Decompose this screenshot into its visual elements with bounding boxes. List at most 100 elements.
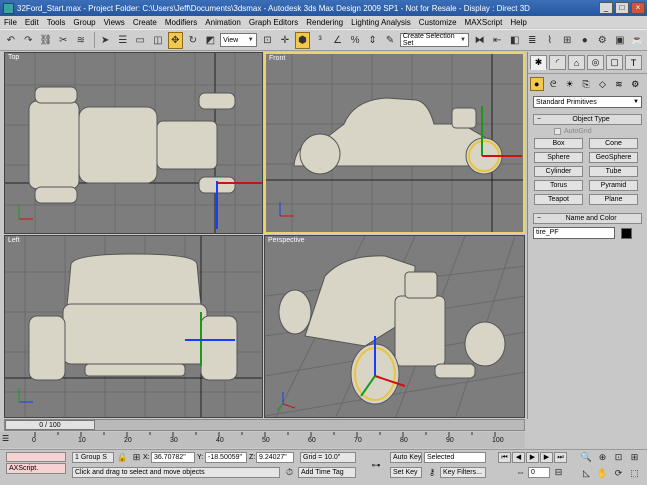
play-icon[interactable]: ▶ <box>526 452 539 463</box>
menu-edit[interactable]: Edit <box>25 18 39 27</box>
key-icon[interactable]: ⊶ <box>366 459 386 471</box>
primitive-type-dropdown[interactable]: Standard Primitives ▼ <box>533 96 642 108</box>
pan-view-icon[interactable]: ✋ <box>596 467 609 479</box>
menu-rendering[interactable]: Rendering <box>306 18 343 27</box>
hierarchy-tab-icon[interactable]: ⌂ <box>568 55 585 70</box>
menu-customize[interactable]: Customize <box>419 18 457 27</box>
select-by-name-icon[interactable]: ☰ <box>115 32 131 49</box>
go-to-end-icon[interactable]: ⏭ <box>554 452 567 463</box>
maxscript-listener-top[interactable] <box>6 452 66 462</box>
helpers-icon[interactable]: ◇ <box>596 77 609 91</box>
snaps-toggle-icon[interactable]: ³ <box>312 32 328 49</box>
render-setup-icon[interactable]: ⚙ <box>595 32 611 49</box>
viewport-front[interactable]: Front <box>264 52 525 234</box>
mini-curve-editor-icon[interactable]: ☰ <box>2 434 24 446</box>
shapes-icon[interactable]: ᘓ <box>547 77 560 91</box>
menu-graph-editors[interactable]: Graph Editors <box>249 18 298 27</box>
named-selection-set-dropdown[interactable]: Create Selection Set ▼ <box>399 33 469 47</box>
box-button[interactable]: Box <box>534 138 583 149</box>
x-coordinate-field[interactable]: 36.70782" <box>151 452 195 463</box>
viewport-left[interactable]: Left <box>4 235 263 418</box>
undo-icon[interactable]: ↶ <box>3 32 19 49</box>
set-key-button[interactable]: Set Key <box>390 467 422 478</box>
viewport-label-left[interactable]: Left <box>8 237 20 244</box>
select-link-icon[interactable]: ⛓ <box>38 32 54 49</box>
keyboard-shortcut-toggle-icon[interactable]: ⬢ <box>294 31 311 49</box>
angle-snap-icon[interactable]: ∠ <box>330 32 346 49</box>
select-manipulate-icon[interactable]: ✛ <box>277 32 293 49</box>
select-object-icon[interactable]: ➤ <box>97 32 113 49</box>
menu-create[interactable]: Create <box>133 18 157 27</box>
minimize-button[interactable]: _ <box>599 2 613 14</box>
menu-lighting-analysis[interactable]: Lighting Analysis <box>351 18 411 27</box>
percent-snap-icon[interactable]: % <box>347 32 363 49</box>
graphite-ribbon-icon[interactable]: ≣ <box>524 32 540 49</box>
cylinder-button[interactable]: Cylinder <box>534 166 583 177</box>
lock-selection-icon[interactable]: 🔒 <box>116 451 129 463</box>
viewport-perspective[interactable]: Perspective <box>264 235 525 418</box>
material-editor-icon[interactable]: ● <box>577 32 593 49</box>
time-slider-thumb[interactable]: 0 / 100 <box>5 420 95 430</box>
window-crossing-icon[interactable]: ◫ <box>150 32 166 49</box>
auto-key-button[interactable]: Auto Key <box>390 452 422 463</box>
utilities-tab-icon[interactable]: T <box>625 55 642 70</box>
lights-icon[interactable]: ☀ <box>563 77 576 91</box>
y-coordinate-field[interactable]: -18.50059" <box>205 452 247 463</box>
next-frame-icon[interactable]: ▶ <box>540 452 553 463</box>
object-type-rollout[interactable]: − Object Type <box>533 114 642 125</box>
zoom-icon[interactable]: 🔍 <box>580 451 593 463</box>
maxscript-mini-listener[interactable]: AXScript. <box>6 463 66 474</box>
menu-maxscript[interactable]: MAXScript <box>465 18 503 27</box>
add-time-tag-button[interactable]: Add Time Tag <box>298 467 356 478</box>
teapot-button[interactable]: Teapot <box>534 194 583 205</box>
pyramid-button[interactable]: Pyramid <box>589 180 638 191</box>
zoom-extents-icon[interactable]: ⊡ <box>612 451 625 463</box>
sphere-button[interactable]: Sphere <box>534 152 583 163</box>
key-mode-dropdown[interactable]: Selected <box>424 452 486 463</box>
menu-file[interactable]: File <box>4 18 17 27</box>
torus-button[interactable]: Torus <box>534 180 583 191</box>
cameras-icon[interactable]: ⎘ <box>579 77 592 91</box>
autogrid-checkbox[interactable]: AutoGrid <box>554 128 647 135</box>
menu-animation[interactable]: Animation <box>205 18 241 27</box>
field-of-view-icon[interactable]: ◺ <box>580 467 593 479</box>
cone-button[interactable]: Cone <box>589 138 638 149</box>
track-bar[interactable]: ☰ 0 10 20 30 40 50 60 70 80 90 100 <box>0 432 525 448</box>
object-color-swatch[interactable] <box>621 227 632 239</box>
menu-modifiers[interactable]: Modifiers <box>165 18 197 27</box>
modify-tab-icon[interactable]: ◜ <box>549 55 566 70</box>
curve-editor-icon[interactable]: ⌇ <box>542 32 558 49</box>
z-coordinate-field[interactable]: 9.24027" <box>256 452 294 463</box>
geometry-icon[interactable]: ● <box>530 77 544 91</box>
select-and-move-icon[interactable]: ✥ <box>167 31 184 49</box>
schematic-view-icon[interactable]: ⊞ <box>559 32 575 49</box>
key-filters-button[interactable]: Key Filters... <box>440 467 486 478</box>
maximize-button[interactable]: □ <box>615 2 629 14</box>
name-and-color-rollout[interactable]: − Name and Color <box>533 213 642 224</box>
absolute-mode-icon[interactable]: ⊞ <box>130 451 143 463</box>
pivot-point-icon[interactable]: ⊡ <box>260 32 276 49</box>
zoom-all-icon[interactable]: ⊕ <box>596 451 609 463</box>
rectangular-selection-icon[interactable]: ▭ <box>133 32 149 49</box>
close-button[interactable]: × <box>631 2 645 14</box>
layer-manager-icon[interactable]: ◧ <box>507 32 523 49</box>
time-tag-icon[interactable]: ⏱ <box>283 466 296 478</box>
orbit-icon[interactable]: ⟳ <box>612 467 625 479</box>
reference-coordinate-dropdown[interactable]: View ▼ <box>220 33 257 47</box>
create-tab-icon[interactable]: ✱ <box>530 55 547 70</box>
key-mode-toggle-icon[interactable]: ⇔ <box>514 466 527 478</box>
geosphere-button[interactable]: GeoSphere <box>589 152 638 163</box>
go-to-start-icon[interactable]: ⏮ <box>498 452 511 463</box>
select-and-scale-icon[interactable]: ◩ <box>203 32 219 49</box>
space-warps-icon[interactable]: ≋ <box>612 77 625 91</box>
time-slider[interactable]: 0 / 100 <box>4 419 525 431</box>
menu-tools[interactable]: Tools <box>47 18 66 27</box>
motion-tab-icon[interactable]: ◎ <box>587 55 604 70</box>
bind-space-warp-icon[interactable]: ≋ <box>73 32 89 49</box>
current-frame-field[interactable]: 0 <box>528 467 550 478</box>
plane-button[interactable]: Plane <box>589 194 638 205</box>
tube-button[interactable]: Tube <box>589 166 638 177</box>
mirror-icon[interactable]: ⧓ <box>472 32 488 49</box>
rendered-frame-window-icon[interactable]: ▣ <box>612 32 628 49</box>
display-tab-icon[interactable]: ▢ <box>606 55 623 70</box>
